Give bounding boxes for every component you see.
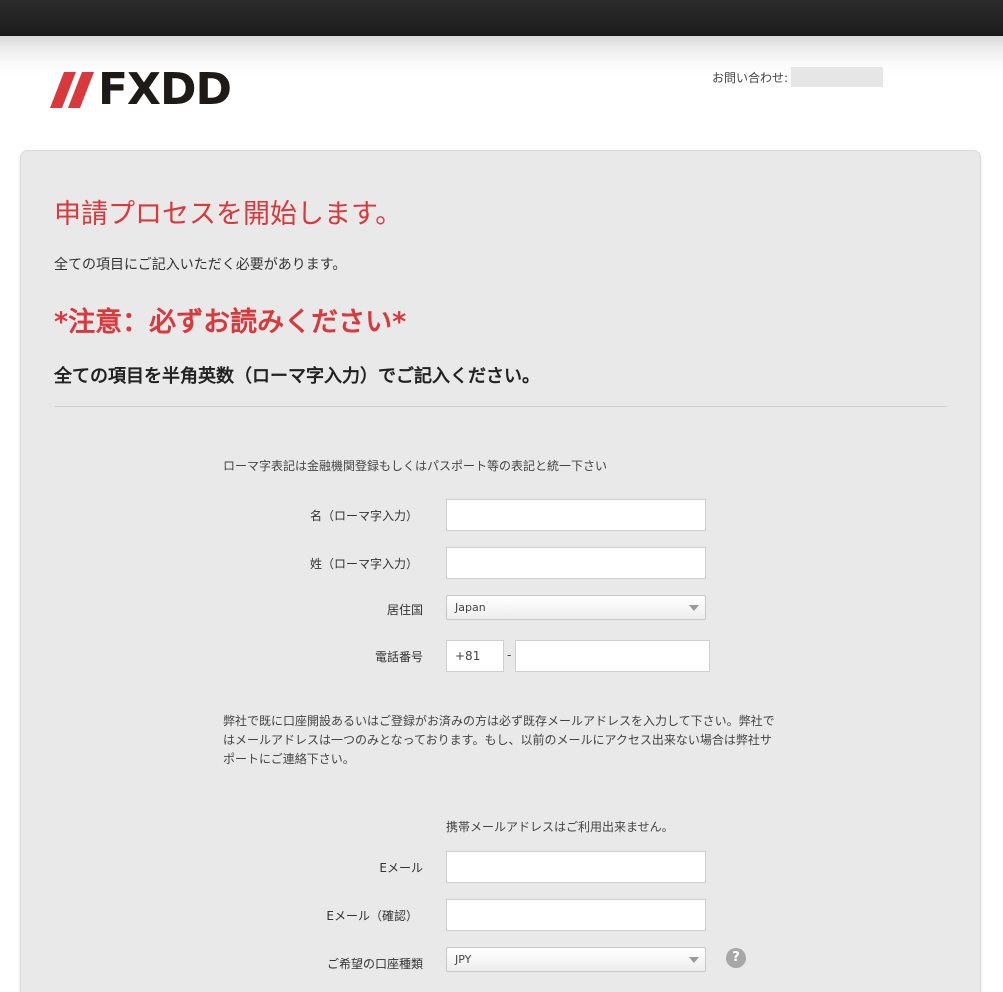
first-name-label: 名（ローマ字入力） [309, 509, 418, 523]
phone-separator: - [507, 648, 512, 662]
account-type-label: ご希望の口座種類 [326, 957, 423, 971]
chevron-down-icon [689, 957, 699, 963]
help-icon[interactable]: ? [726, 948, 746, 968]
email-input[interactable] [446, 851, 706, 883]
email-note: 弊社で既に口座開設あるいはご登録がお済みの方は必ず既存メールアドレスを入力して下… [223, 714, 775, 766]
contact-info: お問い合わせ: [712, 67, 884, 87]
logo-slash-icon [50, 72, 94, 108]
contact-phone-redacted [791, 67, 884, 87]
logo-text: FXDD [98, 64, 232, 115]
email-confirm-label: Eメール（確認） [326, 909, 418, 923]
phone-prefix-input[interactable]: +81 [446, 640, 504, 672]
phone-label: 電話番号 [374, 650, 423, 664]
account-type-value: JPY [455, 953, 472, 966]
top-bar [0, 0, 1003, 36]
country-select-value: Japan [455, 601, 486, 614]
romaji-notice: 全ての項目を半角英数（ローマ字入力）でご記入ください。 [54, 366, 540, 387]
romaji-note: ローマ字表記は金融機関登録もしくはパスポート等の表記と統一下さい [223, 459, 608, 473]
account-type-select[interactable]: JPY [446, 947, 706, 972]
fxdd-logo[interactable]: FXDD [50, 64, 232, 115]
email-confirm-input[interactable] [446, 899, 706, 931]
contact-label: お問い合わせ: [712, 70, 789, 85]
divider [55, 406, 947, 407]
chevron-down-icon [689, 605, 699, 611]
lead-text: 全ての項目にご記入いただく必要があります。 [54, 257, 347, 273]
phone-number-input[interactable] [515, 640, 710, 672]
last-name-label: 姓（ローマ字入力） [309, 557, 418, 571]
country-select[interactable]: Japan [446, 595, 706, 620]
mobile-email-note: 携帯メールアドレスはご利用出来ません。 [446, 820, 674, 834]
last-name-input[interactable] [446, 547, 706, 579]
email-label: Eメール [379, 861, 423, 875]
page-title: 申請プロセスを開始します。 [54, 199, 403, 230]
country-label: 居住国 [386, 603, 423, 617]
first-name-input[interactable] [446, 499, 706, 531]
caution-heading: *注意：必ずお読みください* [54, 307, 407, 338]
